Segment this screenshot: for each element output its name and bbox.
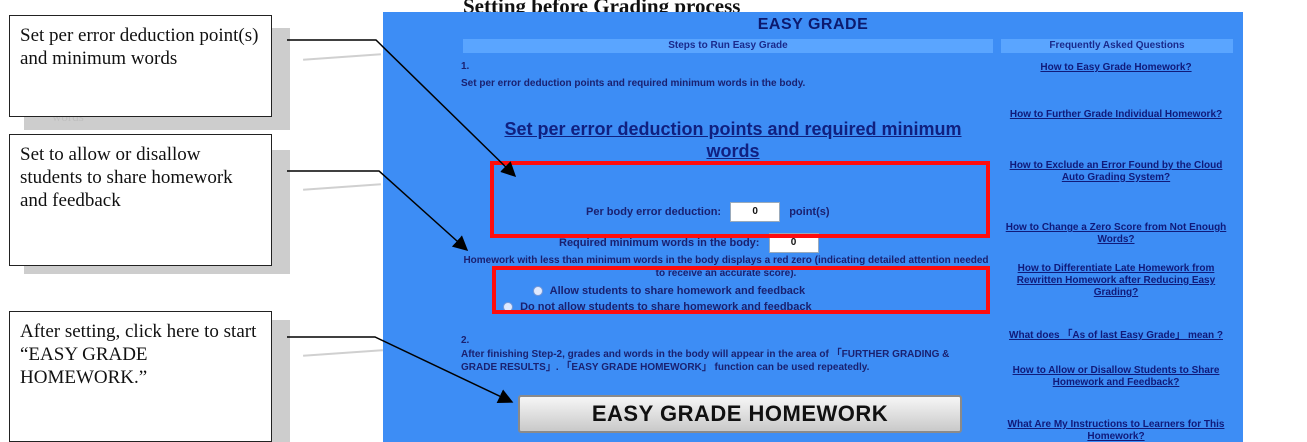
callout-arrows bbox=[287, 39, 517, 403]
arrow-sharing bbox=[287, 170, 469, 252]
arrow-deduction bbox=[287, 39, 517, 178]
arrow-start bbox=[287, 336, 514, 403]
